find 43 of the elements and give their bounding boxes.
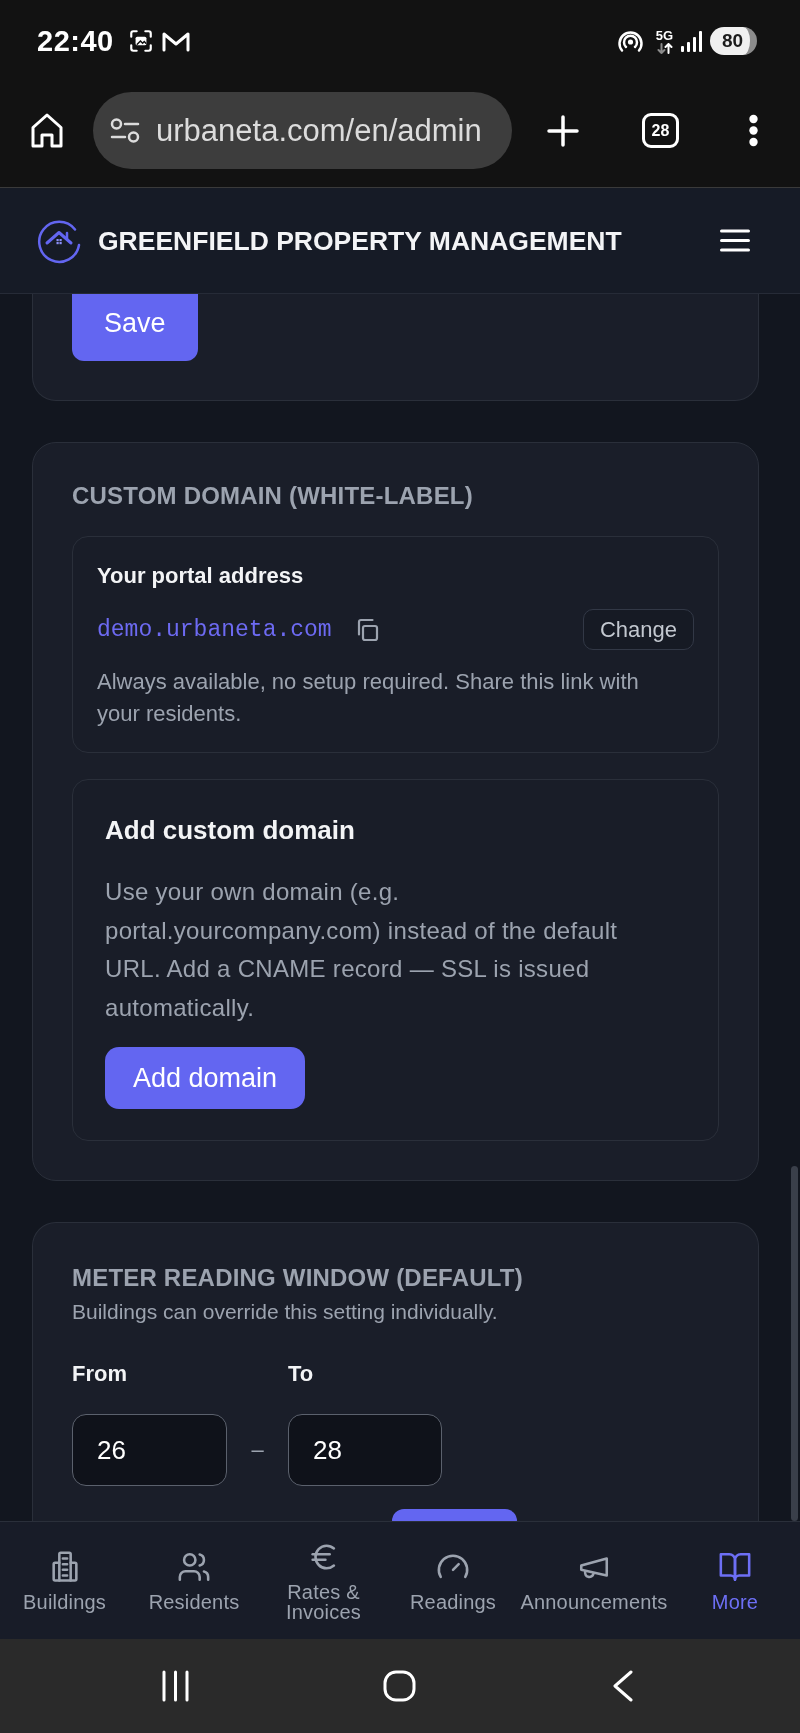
- network-type: 5G: [655, 28, 674, 42]
- help-text: Always available, no setup required. Share this link with your residents.: [97, 668, 640, 728]
- panel-title: Add custom domain: [105, 814, 356, 846]
- add-domain-button[interactable]: Add domain: [105, 1047, 306, 1109]
- app-title: GREENFIELD PROPERTY MANAGEMENT: [98, 224, 622, 257]
- back-icon[interactable]: [612, 1670, 634, 1702]
- mail-icon: [161, 30, 190, 52]
- change-button[interactable]: Change: [582, 609, 694, 650]
- range-separator: –: [251, 1437, 264, 1463]
- data-arrows-icon: [656, 42, 673, 54]
- input-field[interactable]: 28: [288, 1414, 442, 1486]
- bottom-nav-item[interactable]: Announcements: [518, 1522, 670, 1639]
- plus-icon[interactable]: [547, 114, 579, 147]
- hotspot-icon: [617, 29, 644, 53]
- home-button-icon[interactable]: [383, 1670, 416, 1702]
- bottom-nav-item[interactable]: Buildings: [0, 1522, 129, 1639]
- bottom-nav-item[interactable]: More: [670, 1522, 800, 1639]
- menu-icon[interactable]: [720, 229, 750, 252]
- signal-icon: [680, 29, 703, 53]
- home-icon[interactable]: [31, 113, 63, 148]
- scrollbar[interactable]: [791, 1166, 798, 1521]
- recent-apps-icon[interactable]: [161, 1670, 190, 1702]
- section-subtitle: Buildings can override this setting individually.: [72, 1299, 499, 1325]
- field-label: From: [72, 1360, 127, 1388]
- description-text: Use your own domain (e.g. portal.yourcompany.com) instead of the default URL. Add a CNAME record — SSL is issued automatically.: [105, 877, 619, 1023]
- cut-off-button[interactable]: [392, 1509, 517, 1521]
- bottom-nav-item[interactable]: Residents: [129, 1522, 259, 1639]
- save-button[interactable]: Save: [72, 294, 198, 361]
- battery-indicator: 80: [710, 27, 757, 55]
- bottom-nav-item[interactable]: Readings: [388, 1522, 518, 1639]
- more-options-icon[interactable]: [748, 114, 759, 147]
- panel-title: Your portal address: [97, 562, 305, 590]
- section-title: METER READING WINDOW (DEFAULT): [72, 1263, 524, 1293]
- input-field[interactable]: 26: [72, 1414, 227, 1486]
- bottom-nav-item[interactable]: Rates & Invoices: [259, 1522, 388, 1639]
- tab-count-button[interactable]: 28: [642, 113, 679, 148]
- address-bar[interactable]: urbaneta.com/en/admin: [93, 92, 512, 169]
- section-title: CUSTOM DOMAIN (WHITE-LABEL): [72, 481, 474, 511]
- screenshot-icon: [127, 28, 154, 54]
- status-time: 22:40: [37, 24, 114, 58]
- field-label: To: [288, 1360, 314, 1388]
- sliders-icon[interactable]: [110, 118, 140, 143]
- portal-address: demo.urbaneta.com: [97, 615, 332, 644]
